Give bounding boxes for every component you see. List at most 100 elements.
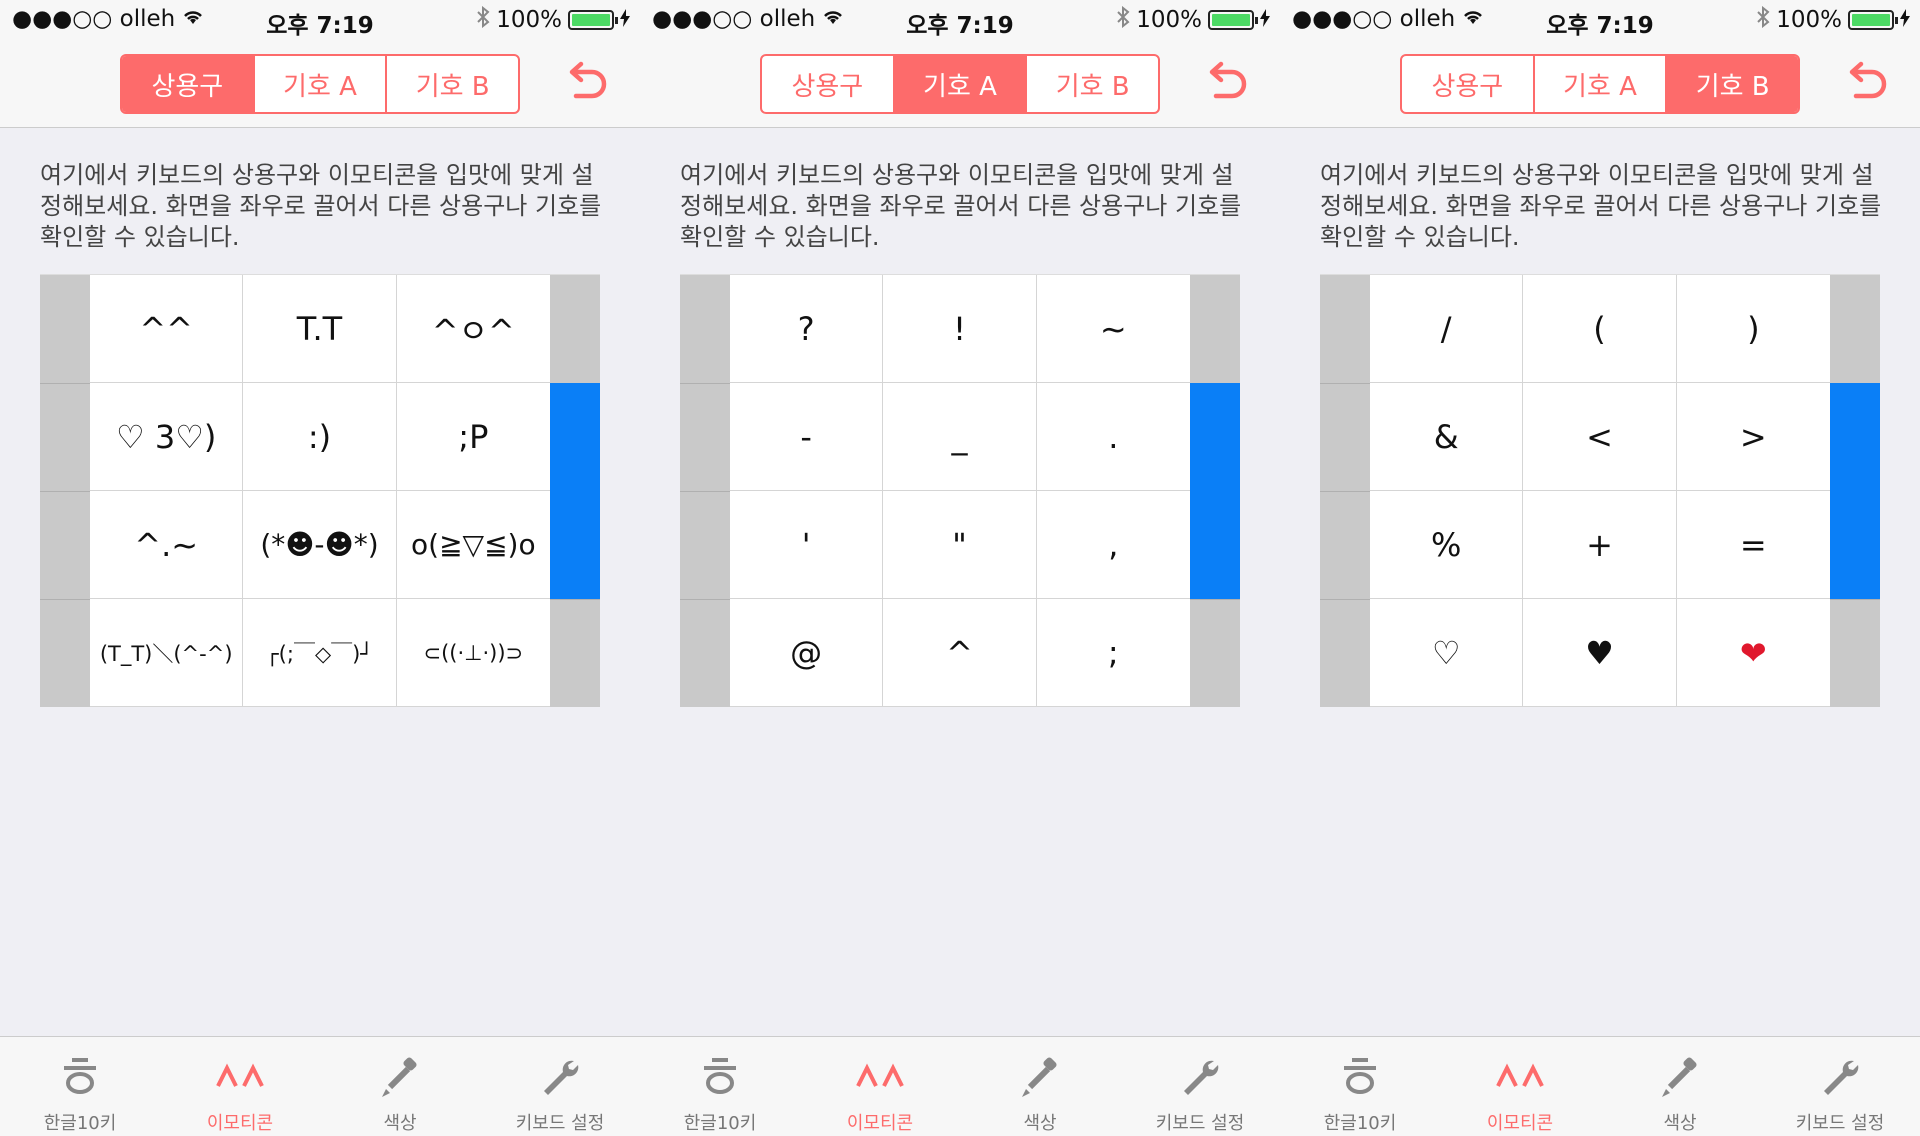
tab-label: 키보드 설정 bbox=[515, 1113, 605, 1134]
segmented-control: 상용구 기호 A 기호 B bbox=[760, 54, 1160, 114]
grid-cell[interactable]: ( bbox=[1523, 275, 1677, 383]
grid-cells: ?! ~ - _. ' ", @ ^; bbox=[730, 275, 1190, 707]
grid-cell[interactable]: % bbox=[1370, 491, 1524, 599]
tab-item-2[interactable]: 이모티콘 bbox=[1440, 1037, 1600, 1136]
grid-cell[interactable]: ;P bbox=[396, 383, 550, 491]
grid-cell[interactable]: , bbox=[1036, 491, 1190, 599]
grid-cell[interactable]: ; bbox=[1036, 599, 1190, 707]
tab-label: 키보드 설정 bbox=[1155, 1113, 1245, 1134]
tab-item-1[interactable]: 한글10키 bbox=[640, 1037, 800, 1136]
scroll-thumb[interactable] bbox=[1830, 383, 1880, 599]
grid-cell[interactable]: ^.~ bbox=[90, 491, 244, 599]
segment-tab-2[interactable]: 기호 A bbox=[255, 56, 388, 112]
undo-button[interactable] bbox=[1840, 58, 1890, 108]
hieut-icon bbox=[1334, 1051, 1386, 1103]
grid-cell[interactable]: ❤ bbox=[1676, 599, 1830, 707]
grid-cell[interactable]: ┌(;￣◇￣)┘ bbox=[243, 599, 397, 707]
tab-item-1[interactable]: 한글10키 bbox=[0, 1037, 160, 1136]
scroll-thumb[interactable] bbox=[550, 383, 600, 599]
tab-label: 이모티콘 bbox=[1486, 1113, 1554, 1134]
grid-cell[interactable]: > bbox=[1676, 383, 1830, 491]
grid-cell[interactable]: ' bbox=[730, 491, 884, 599]
tab-label: 키보드 설정 bbox=[1795, 1113, 1885, 1134]
grid-cell[interactable]: < bbox=[1523, 383, 1677, 491]
undo-button[interactable] bbox=[560, 58, 610, 108]
battery-percent: 100% bbox=[1776, 7, 1842, 33]
grid-cell[interactable]: (*☻-☻*) bbox=[243, 491, 397, 599]
gutter-divider bbox=[1320, 599, 1370, 600]
undo-icon bbox=[1840, 61, 1890, 112]
grid-cell[interactable]: (T_T)＼(^-^) bbox=[90, 599, 244, 707]
bluetooth-icon bbox=[476, 5, 490, 34]
grid-cell[interactable]: ^ㅇ^ bbox=[396, 275, 550, 383]
grid-cell[interactable]: ♥ bbox=[1523, 599, 1677, 707]
grid-cell[interactable]: ♡ bbox=[1370, 599, 1524, 707]
tab-label: 한글10키 bbox=[43, 1113, 117, 1134]
hieut-icon bbox=[54, 1051, 106, 1103]
grid-cell[interactable]: ♡ 3♡) bbox=[90, 383, 244, 491]
tab-item-2[interactable]: 이모티콘 bbox=[800, 1037, 960, 1136]
segment-tab-1[interactable]: 상용구 bbox=[1402, 56, 1535, 112]
tab-item-4[interactable]: 키보드 설정 bbox=[1760, 1037, 1920, 1136]
grid-cell[interactable]: ~ bbox=[1036, 275, 1190, 383]
grid-cell[interactable]: T.T bbox=[243, 275, 397, 383]
segment-tab-3[interactable]: 기호 B bbox=[1027, 56, 1158, 112]
scroll-thumb[interactable] bbox=[1190, 383, 1240, 599]
tab-label: 한글10키 bbox=[683, 1113, 757, 1134]
symbol-grid: /() & < >% + = ♡ ♥ ❤ bbox=[1320, 274, 1880, 707]
caret-emoticon-icon bbox=[1494, 1051, 1546, 1103]
grid-cell[interactable]: ⊂((·⊥·))⊃ bbox=[396, 599, 550, 707]
grid-cell[interactable]: ? bbox=[730, 275, 884, 383]
grid-cell[interactable]: :) bbox=[243, 383, 397, 491]
tab-item-4[interactable]: 키보드 설정 bbox=[1120, 1037, 1280, 1136]
gutter-divider bbox=[1320, 383, 1370, 384]
battery-level bbox=[1212, 14, 1250, 26]
gutter-divider bbox=[40, 383, 90, 384]
battery-tip bbox=[1255, 17, 1258, 24]
grid-cell[interactable]: = bbox=[1676, 491, 1830, 599]
charging-icon bbox=[1900, 7, 1910, 33]
tab-item-4[interactable]: 키보드 설정 bbox=[480, 1037, 640, 1136]
tab-item-3[interactable]: 색상 bbox=[960, 1037, 1120, 1136]
grid-cell[interactable]: o(≧▽≦)o bbox=[396, 491, 550, 599]
tab-item-3[interactable]: 색상 bbox=[320, 1037, 480, 1136]
battery-icon bbox=[1848, 10, 1898, 30]
description-text: 여기에서 키보드의 상용구와 이모티콘을 입맛에 맞게 설정해보세요. 화면을 … bbox=[680, 161, 1242, 251]
grid-cell[interactable]: & bbox=[1370, 383, 1524, 491]
segment-tab-1[interactable]: 상용구 bbox=[762, 56, 895, 112]
tab-label: 이모티콘 bbox=[846, 1113, 914, 1134]
battery-percent: 100% bbox=[496, 7, 562, 33]
grid-cell[interactable]: / bbox=[1370, 275, 1524, 383]
segment-tab-2[interactable]: 기호 A bbox=[894, 56, 1028, 112]
segment-tab-3[interactable]: 기호 B bbox=[387, 56, 518, 112]
screen: ●●●○○ olleh 오후 7:19 100% 상용구 기호 A 기호 B 여기에서 키보… bbox=[1280, 0, 1920, 1136]
grid-cell[interactable]: . bbox=[1036, 383, 1190, 491]
bluetooth-icon bbox=[1756, 5, 1770, 34]
grid-cell[interactable]: ) bbox=[1676, 275, 1830, 383]
caret-emoticon-icon bbox=[214, 1051, 266, 1103]
tab-item-2[interactable]: 이모티콘 bbox=[160, 1037, 320, 1136]
grid-cell[interactable]: " bbox=[883, 491, 1037, 599]
segment-tab-2[interactable]: 기호 A bbox=[1535, 56, 1668, 112]
grid-cell[interactable]: ^ bbox=[883, 599, 1037, 707]
undo-button[interactable] bbox=[1200, 58, 1250, 108]
segment-tab-1[interactable]: 상용구 bbox=[122, 56, 255, 112]
grid-cell[interactable]: @ bbox=[730, 599, 884, 707]
grid-cell[interactable]: + bbox=[1523, 491, 1677, 599]
gutter-divider bbox=[680, 491, 730, 492]
grid-cell[interactable]: - bbox=[730, 383, 884, 491]
segment-tab-3[interactable]: 기호 B bbox=[1667, 56, 1798, 112]
nav-bar: 상용구 기호 A 기호 B bbox=[0, 40, 640, 128]
symbol-grid: ^^ T.T ^ㅇ^ ♡ 3♡):) ;P ^.~ (*☻-☻*) o(≧▽≦)o (T_T)＼… bbox=[40, 274, 600, 707]
bluetooth-icon bbox=[1116, 5, 1130, 34]
nav-bar: 상용구 기호 A 기호 B bbox=[640, 40, 1280, 128]
grid-cell[interactable]: ! bbox=[883, 275, 1037, 383]
tab-bar: 한글10키 이모티콘 색상 키보드 설정 bbox=[1280, 1036, 1920, 1136]
tab-label: 색상 bbox=[1023, 1113, 1057, 1134]
grid-cell[interactable]: ^^ bbox=[90, 275, 244, 383]
gutter-divider bbox=[680, 599, 730, 600]
grid-cell[interactable]: _ bbox=[883, 383, 1037, 491]
tab-item-3[interactable]: 색상 bbox=[1600, 1037, 1760, 1136]
tab-item-1[interactable]: 한글10키 bbox=[1280, 1037, 1440, 1136]
status-bar: ●●●○○ olleh 오후 7:19 100% bbox=[640, 0, 1280, 40]
